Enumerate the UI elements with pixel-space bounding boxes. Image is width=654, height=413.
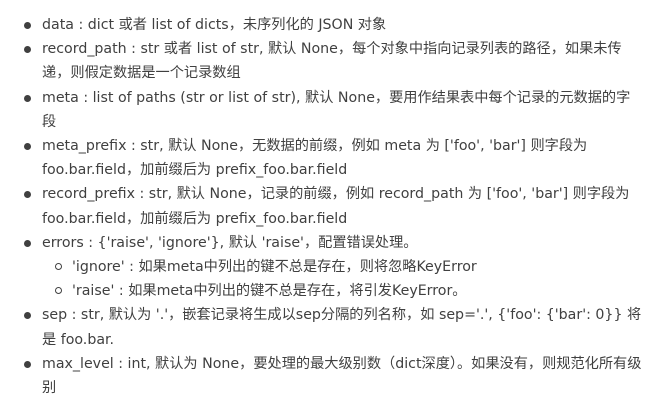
param-record-prefix: record_prefix : str, 默认 None，记录的前缀，例如 re… [12, 182, 644, 230]
bullet-icon [24, 22, 31, 29]
bullet-icon [24, 143, 31, 151]
param-errors-text: errors : {'raise', 'ignore'}, 默认 'raise'… [42, 234, 418, 251]
circle-bullet-icon [55, 287, 62, 295]
param-data-text: data : dict 或者 list of dicts，未序列化的 JSON … [42, 17, 387, 33]
param-record-path-text: record_path : str 或者 list of str, 默认 Non… [42, 41, 622, 82]
bullet-icon [24, 94, 31, 102]
bullet-icon [24, 312, 31, 320]
bullet-icon [24, 239, 31, 247]
param-errors: errors : {'raise', 'ignore'}, 默认 'raise'… [12, 231, 644, 304]
param-sep: sep : str, 默认为 '.'，嵌套记录将生成以sep分隔的列名称，如 s… [12, 303, 644, 351]
parameter-list: data : dict 或者 list of dicts，未序列化的 JSON … [12, 13, 644, 400]
errors-option-ignore-text: 'ignore' : 如果meta中列出的键不总是存在，则将忽略KeyError [72, 259, 477, 276]
param-max-level-text: max_level : int, 默认为 None，要处理的最大级别数（dict… [42, 355, 642, 397]
bullet-icon [24, 360, 31, 368]
errors-options-list: 'ignore' : 如果meta中列出的键不总是存在，则将忽略KeyError… [42, 255, 644, 303]
param-meta-text: meta : list of paths (str or list of str… [42, 89, 631, 130]
errors-option-raise: 'raise' : 如果meta中列出的键不总是存在，将引发KeyError。 [42, 279, 644, 303]
param-meta-prefix-text: meta_prefix : str, 默认 None，无数据的前缀，例如 met… [42, 138, 588, 179]
bullet-icon [24, 191, 31, 199]
errors-option-ignore: 'ignore' : 如果meta中列出的键不总是存在，则将忽略KeyError [42, 255, 644, 279]
bullet-icon [24, 46, 31, 54]
param-record-path: record_path : str 或者 list of str, 默认 Non… [12, 37, 644, 85]
errors-option-raise-text: 'raise' : 如果meta中列出的键不总是存在，将引发KeyError。 [72, 283, 467, 300]
param-sep-text: sep : str, 默认为 '.'，嵌套记录将生成以sep分隔的列名称，如 s… [42, 307, 642, 348]
param-data: data : dict 或者 list of dicts，未序列化的 JSON … [12, 13, 644, 37]
param-meta-prefix: meta_prefix : str, 默认 None，无数据的前缀，例如 met… [12, 134, 644, 182]
param-record-prefix-text: record_prefix : str, 默认 None，记录的前缀，例如 re… [42, 186, 630, 227]
document: data : dict 或者 list of dicts，未序列化的 JSON … [0, 0, 654, 413]
param-max-level: max_level : int, 默认为 None，要处理的最大级别数（dict… [12, 352, 644, 400]
param-meta: meta : list of paths (str or list of str… [12, 86, 644, 134]
circle-bullet-icon [55, 263, 62, 271]
